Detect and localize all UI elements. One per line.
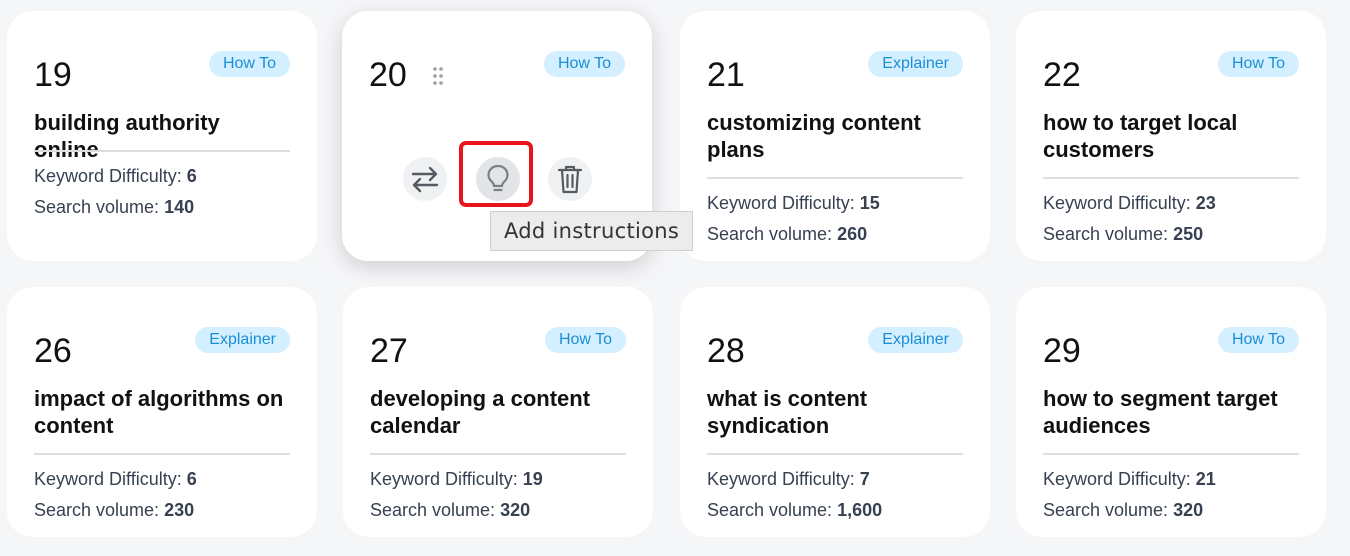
card-title: what is content syndication [707,386,868,438]
keyword-difficulty: Keyword Difficulty: 15 [707,193,880,213]
card-stats: Keyword Difficulty: 7 Search volume: 1,6… [707,453,963,526]
keyword-difficulty: Keyword Difficulty: 23 [1043,193,1216,213]
swap-button[interactable] [403,157,447,201]
search-volume: Search volume: 320 [370,500,531,520]
topic-card-22[interactable]: 22 How To how to target local customers … [1016,11,1326,261]
card-number: 26 [34,332,72,370]
keyword-difficulty: Keyword Difficulty: 7 [707,469,870,489]
type-badge: Explainer [868,51,963,77]
topic-card-28[interactable]: 28 Explainer what is content syndication… [680,287,990,537]
card-number: 21 [707,56,745,94]
keyword-difficulty: Keyword Difficulty: 6 [34,469,197,489]
card-title: developing a content calendar [370,386,591,438]
trash-icon [557,165,583,194]
card-stats: Keyword Difficulty: 6 Search volume: 140 [34,150,290,223]
card-title: how to target local customers [1043,110,1238,162]
scroll-area [1336,0,1350,556]
type-badge: How To [1217,327,1299,353]
card-title: how to segment target audiences [1043,386,1278,438]
card-title: impact of algorithms on content [34,386,284,438]
card-number: 20 [369,56,407,94]
highlight-box [459,141,533,207]
card-number: 29 [1043,332,1081,370]
topic-card-29[interactable]: 29 How To how to segment target audience… [1016,287,1326,537]
topic-card-19[interactable]: 19 How To building authority online Keyw… [7,11,317,261]
type-badge: How To [208,51,290,77]
type-badge: Explainer [195,327,290,353]
card-number: 28 [707,332,745,370]
card-number: 22 [1043,56,1081,94]
search-volume: Search volume: 140 [34,197,195,217]
delete-button[interactable] [548,157,592,201]
search-volume: Search volume: 230 [34,500,195,520]
card-title: customizing content plans [707,110,921,162]
card-number: 19 [34,56,72,94]
card-stats: Keyword Difficulty: 19 Search volume: 32… [370,453,626,526]
type-badge: How To [1217,51,1299,77]
drag-handle-icon[interactable] [432,66,444,86]
keyword-difficulty: Keyword Difficulty: 6 [34,166,197,186]
topic-card-26[interactable]: 26 Explainer impact of algorithms on con… [7,287,317,537]
swap-arrows-icon [411,166,439,193]
topic-card-27[interactable]: 27 How To developing a content calendar … [343,287,653,537]
type-badge: Explainer [868,327,963,353]
search-volume: Search volume: 1,600 [707,500,883,520]
search-volume: Search volume: 260 [707,224,868,244]
search-volume: Search volume: 320 [1043,500,1204,520]
card-number: 27 [370,332,408,370]
type-badge: How To [543,51,625,77]
card-stats: Keyword Difficulty: 15 Search volume: 26… [707,177,963,250]
card-stats: Keyword Difficulty: 21 Search volume: 32… [1043,453,1299,526]
type-badge: How To [544,327,626,353]
card-stats: Keyword Difficulty: 23 Search volume: 25… [1043,177,1299,250]
keyword-difficulty: Keyword Difficulty: 21 [1043,469,1216,489]
search-volume: Search volume: 250 [1043,224,1204,244]
topic-card-21[interactable]: 21 Explainer customizing content plans K… [680,11,990,261]
card-stats: Keyword Difficulty: 6 Search volume: 230 [34,453,290,526]
add-instructions-tooltip: Add instructions [490,211,694,251]
keyword-difficulty: Keyword Difficulty: 19 [370,469,543,489]
